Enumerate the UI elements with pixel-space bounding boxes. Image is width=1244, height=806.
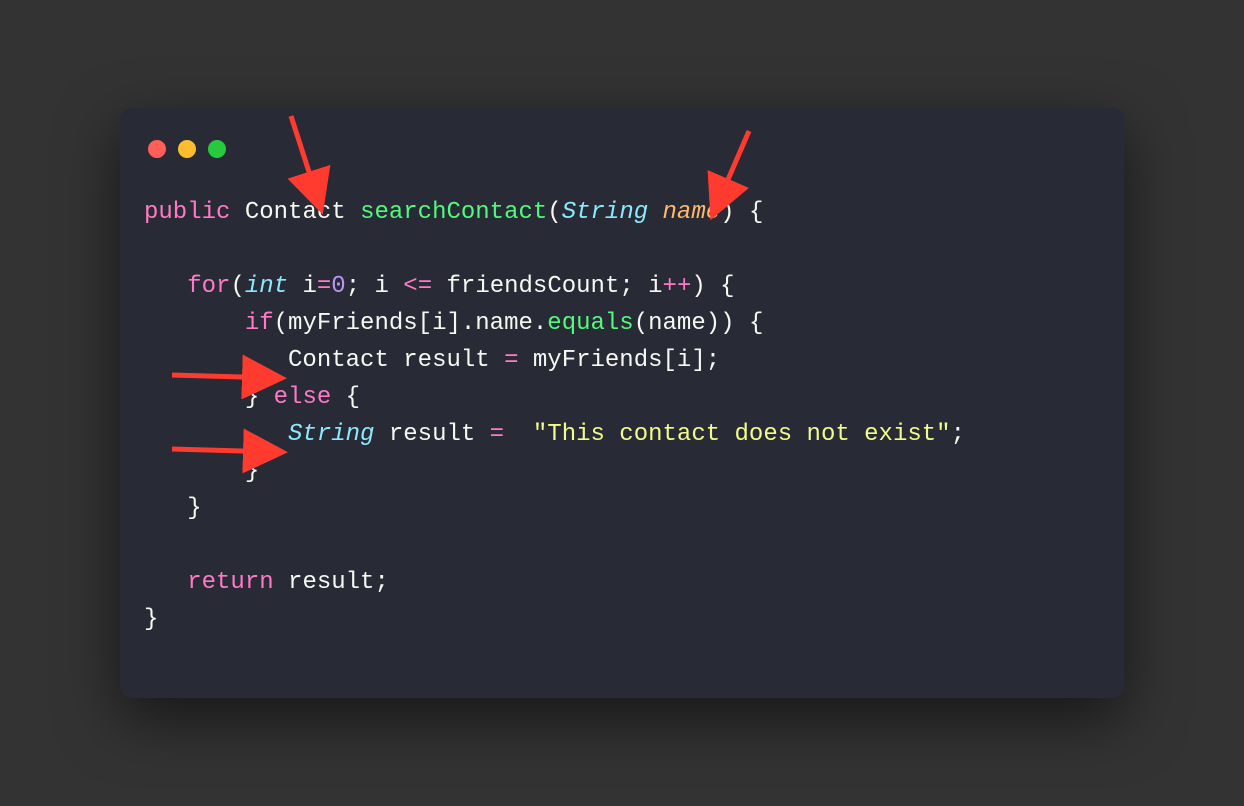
window-zoom-icon[interactable]: [208, 140, 226, 158]
code-line-7: String result = "This contact does not e…: [144, 421, 965, 448]
param-name: name: [663, 199, 721, 226]
text-myfriends-name: (myFriends[i].name.: [274, 310, 548, 337]
keyword-if: if: [245, 310, 274, 337]
indent: [144, 347, 288, 374]
brace-close: }: [245, 458, 259, 485]
window-traffic-lights: [148, 140, 1100, 158]
indent: [144, 384, 245, 411]
semicolon: ;: [951, 421, 965, 448]
method-equals: equals: [547, 310, 633, 337]
code-line-12: }: [144, 606, 158, 633]
code-line-1: public Contact searchContact(String name…: [144, 199, 763, 226]
paren-open: (: [547, 199, 561, 226]
indent: [144, 569, 187, 596]
code-line-5: Contact result = myFriends[i];: [144, 347, 720, 374]
indent: [144, 495, 187, 522]
code-window: public Contact searchContact(String name…: [120, 108, 1124, 698]
page-stage: public Contact searchContact(String name…: [0, 0, 1244, 806]
text-result: result;: [274, 569, 389, 596]
op-inc: ++: [663, 273, 692, 300]
keyword-return: return: [187, 569, 273, 596]
brace-open: {: [331, 384, 360, 411]
text-myfriends-i: myFriends[i];: [518, 347, 720, 374]
param-type-string: String: [562, 199, 648, 226]
code-line-6: } else {: [144, 384, 360, 411]
brace-close: }: [245, 384, 274, 411]
code-line-11: return result;: [144, 569, 389, 596]
code-line-8: }: [144, 458, 259, 485]
indent: [144, 310, 245, 337]
op-assign: =: [504, 347, 518, 374]
op-lte: <=: [403, 273, 432, 300]
code-line-9: }: [144, 495, 202, 522]
code-line-4: if(myFriends[i].name.equals(name)) {: [144, 310, 763, 337]
code-line-3: for(int i=0; i <= friendsCount; i++) {: [144, 273, 735, 300]
keyword-public: public: [144, 199, 230, 226]
text-friendscount: friendsCount; i: [432, 273, 662, 300]
gap: [504, 421, 533, 448]
text-result: result: [374, 421, 489, 448]
text-name-close: (name)) {: [634, 310, 764, 337]
code-block: public Contact searchContact(String name…: [144, 194, 1100, 638]
brace-close: }: [144, 606, 158, 633]
string-literal: "This contact does not exist": [533, 421, 951, 448]
window-minimize-icon[interactable]: [178, 140, 196, 158]
function-name: searchContact: [360, 199, 547, 226]
indent: [144, 421, 288, 448]
var-i: i: [288, 273, 317, 300]
op-assign: =: [490, 421, 504, 448]
window-close-icon[interactable]: [148, 140, 166, 158]
type-contact-local: Contact: [288, 347, 389, 374]
keyword-else: else: [274, 384, 332, 411]
paren-close-brace: ) {: [720, 199, 763, 226]
brace-close: }: [187, 495, 201, 522]
return-type-contact: Contact: [245, 199, 346, 226]
text-result: result: [389, 347, 504, 374]
paren-open: (: [230, 273, 244, 300]
indent: [144, 458, 245, 485]
text-semi-i: ; i: [346, 273, 404, 300]
type-int: int: [245, 273, 288, 300]
type-string-local: String: [288, 421, 374, 448]
paren-close-brace: ) {: [691, 273, 734, 300]
keyword-for: for: [187, 273, 230, 300]
number-zero: 0: [331, 273, 345, 300]
op-assign: =: [317, 273, 331, 300]
indent: [144, 273, 187, 300]
